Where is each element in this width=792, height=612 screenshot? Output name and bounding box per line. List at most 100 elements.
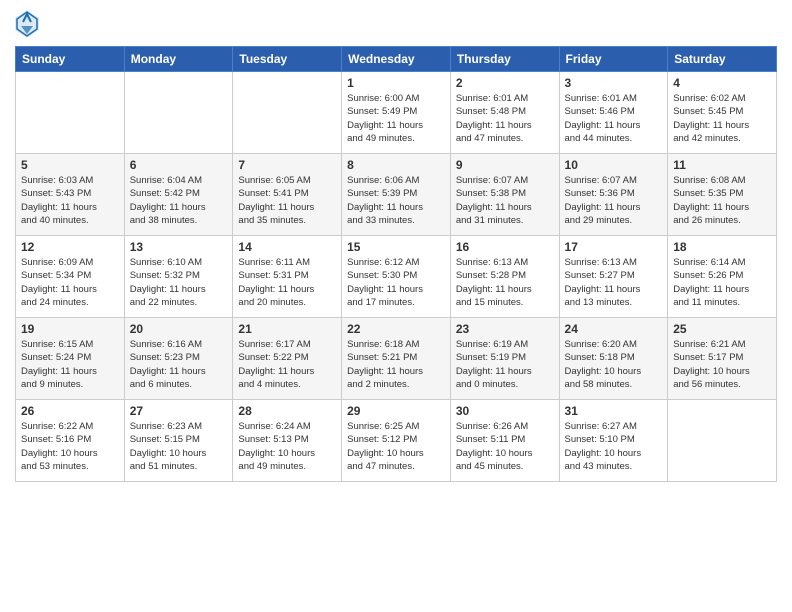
empty-cell bbox=[233, 72, 342, 154]
day-cell-18: 18 Sunrise: 6:14 AMSunset: 5:26 PMDayligh… bbox=[668, 236, 777, 318]
day-info: Sunrise: 6:22 AMSunset: 5:16 PMDaylight:… bbox=[21, 420, 119, 473]
day-cell-22: 22Sunrise: 6:18 AMSunset: 5:21 PMDayligh… bbox=[342, 318, 451, 400]
day-cell-9: 9Sunrise: 6:07 AMSunset: 5:38 PMDaylight… bbox=[450, 154, 559, 236]
day-cell-13: 13Sunrise: 6:10 AMSunset: 5:32 PMDayligh… bbox=[124, 236, 233, 318]
day-cell-20: 20Sunrise: 6:16 AMSunset: 5:23 PMDayligh… bbox=[124, 318, 233, 400]
day-number: 8 bbox=[347, 158, 445, 172]
day-cell-8: 8 Sunrise: 6:06 AMSunset: 5:39 PMDaylight… bbox=[342, 154, 451, 236]
day-cell-1: 1 Sunrise: 6:00 AMSunset: 5:49 PMDaylight… bbox=[342, 72, 451, 154]
day-cell-3: 3Sunrise: 6:01 AMSunset: 5:46 PMDaylight… bbox=[559, 72, 668, 154]
weekday-header-sunday: Sunday bbox=[16, 47, 125, 72]
day-number: 17 bbox=[565, 240, 663, 254]
day-cell-24: 24 Sunrise: 6:20 AMSunset: 5:18 PMDayligh… bbox=[559, 318, 668, 400]
day-number: 1 bbox=[347, 76, 445, 90]
day-info: Sunrise: 6:16 AMSunset: 5:23 PMDaylight:… bbox=[130, 338, 228, 391]
week-row-5: 26 Sunrise: 6:22 AMSunset: 5:16 PMDayligh… bbox=[16, 400, 777, 482]
day-info: Sunrise: 6:04 AMSunset: 5:42 PMDaylight:… bbox=[130, 174, 228, 227]
day-number: 23 bbox=[456, 322, 554, 336]
day-number: 30 bbox=[456, 404, 554, 418]
day-info: Sunrise: 6:18 AMSunset: 5:21 PMDaylight:… bbox=[347, 338, 445, 391]
day-info: Sunrise: 6:01 AMSunset: 5:48 PMDaylight:… bbox=[456, 92, 554, 145]
day-cell-28: 28 Sunrise: 6:24 AMSunset: 5:13 PMDayligh… bbox=[233, 400, 342, 482]
page: SundayMondayTuesdayWednesdayThursdayFrid… bbox=[0, 0, 792, 612]
day-cell-11: 11 Sunrise: 6:08 AMSunset: 5:35 PMDayligh… bbox=[668, 154, 777, 236]
day-number: 11 bbox=[673, 158, 771, 172]
day-info: Sunrise: 6:06 AMSunset: 5:39 PMDaylight:… bbox=[347, 174, 445, 227]
day-number: 10 bbox=[565, 158, 663, 172]
day-info: Sunrise: 6:26 AMSunset: 5:11 PMDaylight:… bbox=[456, 420, 554, 473]
day-info: Sunrise: 6:07 AMSunset: 5:38 PMDaylight:… bbox=[456, 174, 554, 227]
day-cell-6: 6 Sunrise: 6:04 AMSunset: 5:42 PMDaylight… bbox=[124, 154, 233, 236]
day-info: Sunrise: 6:20 AMSunset: 5:18 PMDaylight:… bbox=[565, 338, 663, 391]
day-cell-19: 19Sunrise: 6:15 AMSunset: 5:24 PMDayligh… bbox=[16, 318, 125, 400]
day-cell-4: 4 Sunrise: 6:02 AMSunset: 5:45 PMDaylight… bbox=[668, 72, 777, 154]
day-info: Sunrise: 6:21 AMSunset: 5:17 PMDaylight:… bbox=[673, 338, 771, 391]
day-info: Sunrise: 6:05 AMSunset: 5:41 PMDaylight:… bbox=[238, 174, 336, 227]
day-cell-12: 12 Sunrise: 6:09 AMSunset: 5:34 PMDayligh… bbox=[16, 236, 125, 318]
day-cell-14: 14 Sunrise: 6:11 AMSunset: 5:31 PMDayligh… bbox=[233, 236, 342, 318]
calendar-table: SundayMondayTuesdayWednesdayThursdayFrid… bbox=[15, 46, 777, 482]
day-number: 15 bbox=[347, 240, 445, 254]
day-number: 7 bbox=[238, 158, 336, 172]
logo-icon bbox=[15, 10, 39, 38]
day-info: Sunrise: 6:14 AMSunset: 5:26 PMDaylight:… bbox=[673, 256, 771, 309]
day-cell-25: 25 Sunrise: 6:21 AMSunset: 5:17 PMDayligh… bbox=[668, 318, 777, 400]
day-info: Sunrise: 6:10 AMSunset: 5:32 PMDaylight:… bbox=[130, 256, 228, 309]
day-cell-10: 10 Sunrise: 6:07 AMSunset: 5:36 PMDayligh… bbox=[559, 154, 668, 236]
day-info: Sunrise: 6:07 AMSunset: 5:36 PMDaylight:… bbox=[565, 174, 663, 227]
day-number: 26 bbox=[21, 404, 119, 418]
day-cell-2: 2 Sunrise: 6:01 AMSunset: 5:48 PMDaylight… bbox=[450, 72, 559, 154]
empty-cell bbox=[668, 400, 777, 482]
day-cell-16: 16 Sunrise: 6:13 AMSunset: 5:28 PMDayligh… bbox=[450, 236, 559, 318]
day-info: Sunrise: 6:27 AMSunset: 5:10 PMDaylight:… bbox=[565, 420, 663, 473]
day-info: Sunrise: 6:01 AMSunset: 5:46 PMDaylight:… bbox=[565, 92, 663, 145]
week-row-2: 5 Sunrise: 6:03 AMSunset: 5:43 PMDaylight… bbox=[16, 154, 777, 236]
day-info: Sunrise: 6:11 AMSunset: 5:31 PMDaylight:… bbox=[238, 256, 336, 309]
day-number: 25 bbox=[673, 322, 771, 336]
weekday-header-friday: Friday bbox=[559, 47, 668, 72]
day-number: 12 bbox=[21, 240, 119, 254]
day-number: 2 bbox=[456, 76, 554, 90]
day-number: 4 bbox=[673, 76, 771, 90]
day-cell-17: 17 Sunrise: 6:13 AMSunset: 5:27 PMDayligh… bbox=[559, 236, 668, 318]
day-number: 14 bbox=[238, 240, 336, 254]
day-number: 28 bbox=[238, 404, 336, 418]
empty-cell bbox=[124, 72, 233, 154]
day-cell-21: 21 Sunrise: 6:17 AMSunset: 5:22 PMDayligh… bbox=[233, 318, 342, 400]
day-info: Sunrise: 6:09 AMSunset: 5:34 PMDaylight:… bbox=[21, 256, 119, 309]
day-info: Sunrise: 6:19 AMSunset: 5:19 PMDaylight:… bbox=[456, 338, 554, 391]
empty-cell bbox=[16, 72, 125, 154]
weekday-header-thursday: Thursday bbox=[450, 47, 559, 72]
day-info: Sunrise: 6:00 AMSunset: 5:49 PMDaylight:… bbox=[347, 92, 445, 145]
day-number: 21 bbox=[238, 322, 336, 336]
day-info: Sunrise: 6:12 AMSunset: 5:30 PMDaylight:… bbox=[347, 256, 445, 309]
day-info: Sunrise: 6:13 AMSunset: 5:27 PMDaylight:… bbox=[565, 256, 663, 309]
day-info: Sunrise: 6:08 AMSunset: 5:35 PMDaylight:… bbox=[673, 174, 771, 227]
day-number: 5 bbox=[21, 158, 119, 172]
day-cell-15: 15 Sunrise: 6:12 AMSunset: 5:30 PMDayligh… bbox=[342, 236, 451, 318]
day-cell-30: 30 Sunrise: 6:26 AMSunset: 5:11 PMDayligh… bbox=[450, 400, 559, 482]
day-number: 31 bbox=[565, 404, 663, 418]
day-info: Sunrise: 6:23 AMSunset: 5:15 PMDaylight:… bbox=[130, 420, 228, 473]
weekday-header-row: SundayMondayTuesdayWednesdayThursdayFrid… bbox=[16, 47, 777, 72]
day-cell-7: 7 Sunrise: 6:05 AMSunset: 5:41 PMDaylight… bbox=[233, 154, 342, 236]
weekday-header-saturday: Saturday bbox=[668, 47, 777, 72]
day-cell-29: 29 Sunrise: 6:25 AMSunset: 5:12 PMDayligh… bbox=[342, 400, 451, 482]
day-number: 18 bbox=[673, 240, 771, 254]
week-row-4: 19Sunrise: 6:15 AMSunset: 5:24 PMDayligh… bbox=[16, 318, 777, 400]
day-info: Sunrise: 6:03 AMSunset: 5:43 PMDaylight:… bbox=[21, 174, 119, 227]
day-cell-23: 23 Sunrise: 6:19 AMSunset: 5:19 PMDayligh… bbox=[450, 318, 559, 400]
day-info: Sunrise: 6:25 AMSunset: 5:12 PMDaylight:… bbox=[347, 420, 445, 473]
day-info: Sunrise: 6:24 AMSunset: 5:13 PMDaylight:… bbox=[238, 420, 336, 473]
day-info: Sunrise: 6:13 AMSunset: 5:28 PMDaylight:… bbox=[456, 256, 554, 309]
day-cell-27: 27Sunrise: 6:23 AMSunset: 5:15 PMDayligh… bbox=[124, 400, 233, 482]
day-info: Sunrise: 6:17 AMSunset: 5:22 PMDaylight:… bbox=[238, 338, 336, 391]
day-info: Sunrise: 6:02 AMSunset: 5:45 PMDaylight:… bbox=[673, 92, 771, 145]
day-cell-31: 31 Sunrise: 6:27 AMSunset: 5:10 PMDayligh… bbox=[559, 400, 668, 482]
day-number: 6 bbox=[130, 158, 228, 172]
weekday-header-wednesday: Wednesday bbox=[342, 47, 451, 72]
day-number: 16 bbox=[456, 240, 554, 254]
weekday-header-tuesday: Tuesday bbox=[233, 47, 342, 72]
day-number: 24 bbox=[565, 322, 663, 336]
day-number: 29 bbox=[347, 404, 445, 418]
